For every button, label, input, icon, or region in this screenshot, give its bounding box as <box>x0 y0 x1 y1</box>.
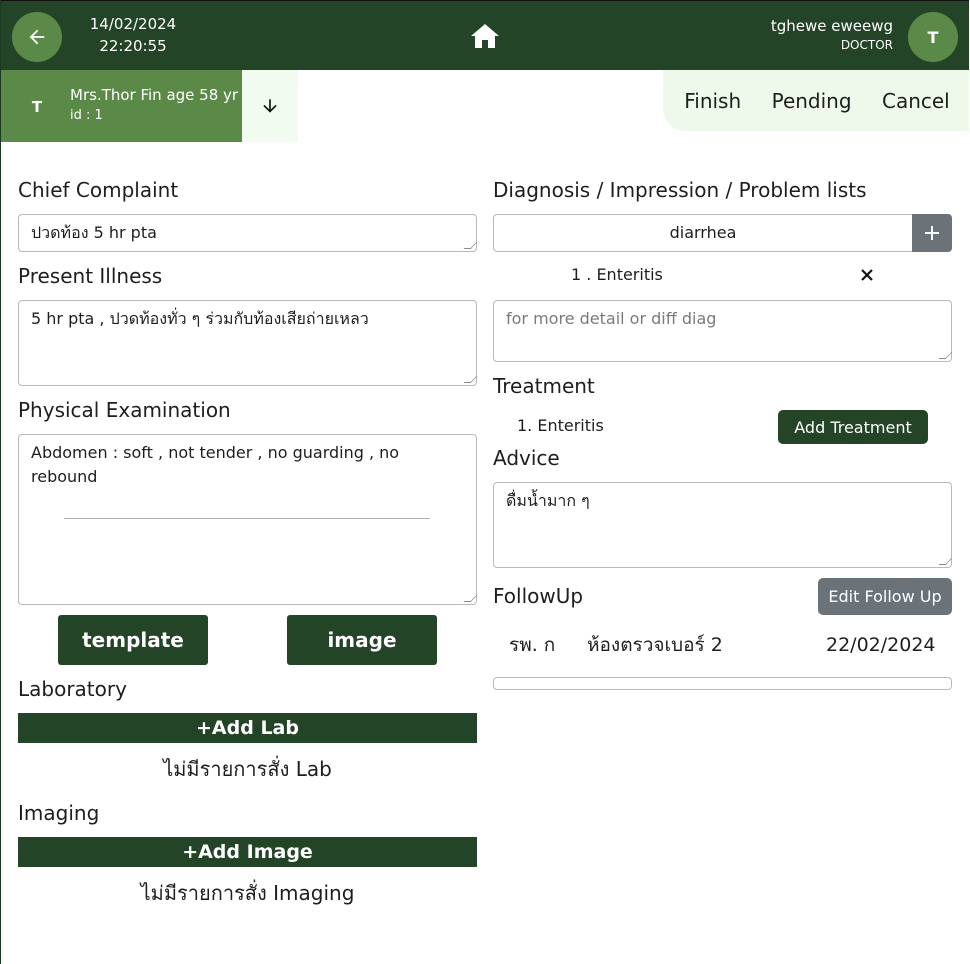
template-button[interactable]: template <box>58 615 208 665</box>
chief-complaint-label: Chief Complaint <box>18 178 179 202</box>
arrow-left-icon <box>29 29 45 45</box>
present-illness-textarea[interactable]: 5 hr pta , ปวดท้องทั่ว ๆ ร่วมกับท้องเสีย… <box>18 300 477 386</box>
diagnosis-search-input[interactable]: diarrhea <box>493 214 913 252</box>
close-icon <box>861 269 873 281</box>
edit-followup-button[interactable]: Edit Follow Up <box>818 578 952 615</box>
followup-date: 22/02/2024 <box>826 634 936 656</box>
remove-diagnosis-button[interactable] <box>860 267 876 283</box>
image-button[interactable]: image <box>287 615 437 665</box>
patient-avatar: T <box>31 98 43 116</box>
plus-icon <box>925 226 939 240</box>
diagnosis-label: Diagnosis / Impression / Problem lists <box>493 178 867 202</box>
cancel-button[interactable]: Cancel <box>882 89 950 113</box>
date-time: 14/02/2024 22:20:55 <box>71 13 195 57</box>
user-info: tghewe eweewg DOCTOR <box>771 16 893 54</box>
present-illness-label: Present Illness <box>18 264 163 288</box>
pending-button[interactable]: Pending <box>772 89 852 113</box>
followup-hospital: รพ. ก <box>509 634 556 656</box>
user-name: tghewe eweewg <box>770 17 893 35</box>
add-image-button[interactable]: +Add Image <box>18 837 477 867</box>
action-bar: Finish Pending Cancel <box>663 70 969 131</box>
laboratory-label: Laboratory <box>18 677 127 701</box>
followup-label: FollowUp <box>493 584 584 608</box>
top-header: 14/02/2024 22:20:55 tghewe eweewg DOCTOR… <box>1 0 969 70</box>
opd-screen: 14/02/2024 22:20:55 tghewe eweewg DOCTOR… <box>0 0 970 964</box>
user-role: DOCTOR <box>840 38 893 52</box>
back-button[interactable] <box>12 12 62 62</box>
current-time: 22:20:55 <box>99 37 167 55</box>
imaging-empty-text: ไม่มีรายการสั่ง Imaging <box>140 881 355 905</box>
treatment-item: 1. Enteritis <box>517 416 604 435</box>
advice-textarea[interactable]: ดื่มน้ำมาก ๆ <box>493 482 952 568</box>
patient-name: Mrs.Thor Fin age 58 yr <box>70 86 239 104</box>
diagnosis-detail-textarea[interactable]: for more detail or diff diag <box>493 300 952 362</box>
chief-complaint-input[interactable]: ปวดท้อง 5 hr pta <box>18 214 477 252</box>
lab-empty-text: ไม่มีรายการสั่ง Lab <box>163 757 332 781</box>
diagnosis-detail-placeholder: for more detail or diff diag <box>506 309 717 328</box>
finish-button[interactable]: Finish <box>684 89 741 113</box>
followup-scroll-track[interactable] <box>493 677 952 690</box>
add-diagnosis-button[interactable] <box>912 214 952 252</box>
physical-exam-label: Physical Examination <box>18 398 231 422</box>
arrow-down-icon <box>263 99 277 113</box>
home-icon <box>471 24 499 48</box>
followup-room: ห้องตรวจเบอร์ 2 <box>587 634 723 656</box>
home-button[interactable] <box>470 22 500 50</box>
advice-label: Advice <box>493 446 560 470</box>
expand-patient-button[interactable] <box>242 70 298 142</box>
add-treatment-button[interactable]: Add Treatment <box>778 410 928 444</box>
treatment-label: Treatment <box>493 374 595 398</box>
current-date: 14/02/2024 <box>89 15 177 33</box>
imaging-label: Imaging <box>18 801 100 825</box>
diagnosis-item: 1 . Enteritis <box>571 265 663 284</box>
user-avatar[interactable]: T <box>908 12 958 62</box>
exam-divider <box>64 518 430 519</box>
patient-id: id : 1 <box>70 108 103 123</box>
patient-card: T Mrs.Thor Fin age 58 yr id : 1 <box>1 70 242 142</box>
add-lab-button[interactable]: +Add Lab <box>18 713 477 743</box>
physical-exam-textarea[interactable]: Abdomen : soft , not tender , no guardin… <box>18 434 477 605</box>
